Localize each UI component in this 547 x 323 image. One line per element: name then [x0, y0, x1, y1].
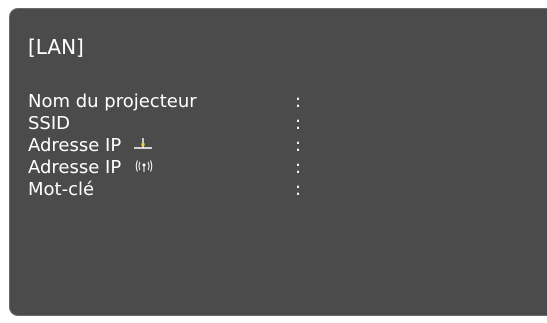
projector-name-label: Nom du projecteur [28, 91, 197, 112]
row-keyword: Mot-clé : [28, 179, 328, 201]
separator: : [295, 179, 302, 200]
row-projector-name: Nom du projecteur : [28, 91, 328, 113]
separator: : [295, 157, 302, 178]
row-ip-wired: Adresse IP : [28, 135, 328, 157]
separator: : [295, 135, 302, 156]
lan-info-screen: [LAN] Nom du projecteur : SSID : Adresse… [9, 8, 547, 316]
row-ssid: SSID : [28, 113, 328, 135]
info-list: Nom du projecteur : SSID : Adresse IP : [28, 91, 328, 201]
screen-title: [LAN] [28, 35, 84, 59]
wired-lan-icon [133, 135, 153, 157]
wireless-lan-icon [133, 157, 155, 179]
ip-address-wired-label: Adresse IP [28, 135, 122, 156]
row-ip-wireless: Adresse IP : [28, 157, 328, 179]
separator: : [295, 91, 302, 112]
ip-address-wireless-label: Adresse IP [28, 157, 122, 178]
ssid-label: SSID [28, 113, 71, 134]
separator: : [295, 113, 302, 134]
keyword-label: Mot-clé [28, 179, 95, 200]
